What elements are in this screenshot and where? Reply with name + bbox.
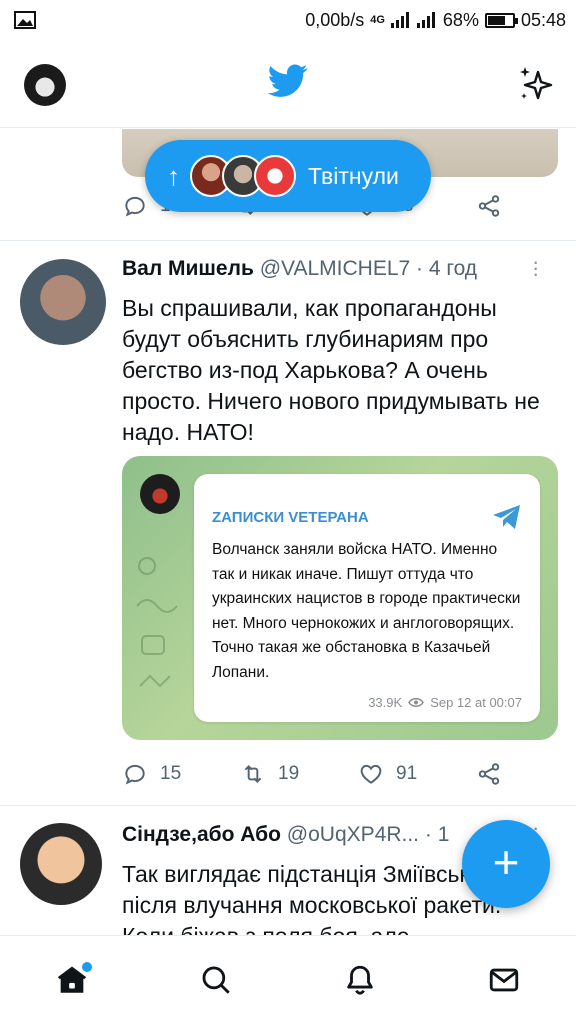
new-tweets-label: Твітнули bbox=[308, 162, 399, 189]
share-button[interactable] bbox=[476, 761, 502, 787]
timeline-feed[interactable]: 1 12 18 Вал Мишель @VALMICHEL7 · 4 год ·… bbox=[0, 129, 576, 935]
tweet-media-image[interactable]: ZАПИСКИ VЕТЕРАНА Волчанск заняли войска … bbox=[122, 456, 558, 740]
battery-percent: 68% bbox=[442, 9, 479, 30]
telegram-post-card: ZАПИСКИ VЕТЕРАНА Волчанск заняли войска … bbox=[194, 474, 540, 722]
nav-messages[interactable] bbox=[474, 950, 534, 1010]
retweet-count: 19 bbox=[278, 763, 300, 784]
doodle-pattern bbox=[136, 557, 178, 688]
author-handle[interactable]: @oUqXP4R... bbox=[287, 823, 419, 846]
share-icon bbox=[478, 195, 500, 217]
avatar bbox=[254, 155, 296, 197]
bell-icon bbox=[347, 965, 373, 995]
nav-home[interactable] bbox=[42, 950, 102, 1010]
notification-dot bbox=[82, 962, 92, 972]
new-tweets-pill[interactable]: ↑ Твітнули bbox=[145, 140, 431, 212]
tweet-author-avatar[interactable] bbox=[20, 259, 106, 345]
compose-tweet-button[interactable]: + bbox=[462, 820, 550, 908]
clock: 05:48 bbox=[520, 9, 566, 30]
mail-icon bbox=[489, 968, 519, 992]
like-count: 91 bbox=[396, 763, 418, 784]
nav-notifications[interactable] bbox=[330, 950, 390, 1010]
tweet-time[interactable]: 1 bbox=[438, 823, 450, 846]
battery-icon bbox=[484, 12, 518, 28]
image-notification-icon bbox=[14, 11, 36, 29]
profile-avatar[interactable] bbox=[24, 64, 66, 106]
pill-avatars bbox=[190, 155, 296, 197]
app-header bbox=[0, 40, 576, 128]
more-options-icon[interactable]: ··· bbox=[532, 251, 539, 285]
view-count: 33.9K bbox=[368, 695, 403, 710]
eye-icon bbox=[408, 698, 425, 707]
author-handle[interactable]: @VALMICHEL7 bbox=[260, 257, 410, 280]
tweet[interactable]: Вал Мишель @VALMICHEL7 · 4 год · · · Вы сп… bbox=[0, 241, 576, 806]
share-button[interactable] bbox=[476, 193, 502, 219]
reply-icon bbox=[125, 764, 145, 785]
twitter-bird-icon[interactable] bbox=[268, 64, 308, 98]
tweet-author-avatar[interactable] bbox=[20, 823, 102, 905]
share-icon bbox=[478, 763, 500, 785]
post-date: Sep 12 at 00:07 bbox=[430, 695, 522, 710]
telegram-icon bbox=[493, 505, 520, 529]
arrow-up-icon: ↑ bbox=[167, 160, 180, 191]
tweet-actions: 15 19 91 bbox=[122, 761, 502, 787]
post-body: Волчанск заняли войска НАТО. Именно так … bbox=[212, 541, 521, 681]
channel-avatar bbox=[140, 474, 180, 514]
plus-icon: + bbox=[492, 836, 520, 888]
signal-icon bbox=[390, 12, 409, 28]
separator: · bbox=[424, 823, 432, 846]
like-button[interactable]: 91 bbox=[358, 761, 417, 787]
search-icon bbox=[202, 966, 230, 994]
reply-button[interactable]: 15 bbox=[122, 761, 181, 787]
signal-icon-2 bbox=[416, 12, 435, 28]
tweet-time[interactable]: 4 год bbox=[429, 257, 477, 280]
retweet-button[interactable]: 19 bbox=[240, 761, 299, 787]
reply-count: 15 bbox=[160, 763, 182, 784]
tweet-header: Вал Мишель @VALMICHEL7 · 4 год bbox=[122, 257, 532, 281]
heart-icon bbox=[360, 764, 382, 784]
signal-type: 4G bbox=[370, 14, 385, 26]
separator: · bbox=[416, 257, 424, 280]
status-bar: 0,00b/s 4G 68% 05:48 bbox=[0, 0, 576, 40]
channel-title: ZАПИСКИ VЕТЕРАНА bbox=[212, 509, 369, 526]
author-name[interactable]: Сіндзе,або Або bbox=[122, 823, 281, 846]
author-name[interactable]: Вал Мишель bbox=[122, 257, 254, 280]
tweet-text: Вы спрашивали, как пропагандоны будут об… bbox=[122, 295, 540, 445]
retweet-icon bbox=[244, 765, 262, 783]
bottom-navigation bbox=[0, 935, 576, 1024]
post-meta: 33.9K Sep 12 at 00:07 bbox=[368, 695, 522, 710]
sparkle-icon[interactable] bbox=[516, 64, 556, 104]
reply-icon bbox=[125, 196, 145, 217]
network-speed: 0,00b/s bbox=[305, 9, 365, 30]
nav-search[interactable] bbox=[186, 950, 246, 1010]
